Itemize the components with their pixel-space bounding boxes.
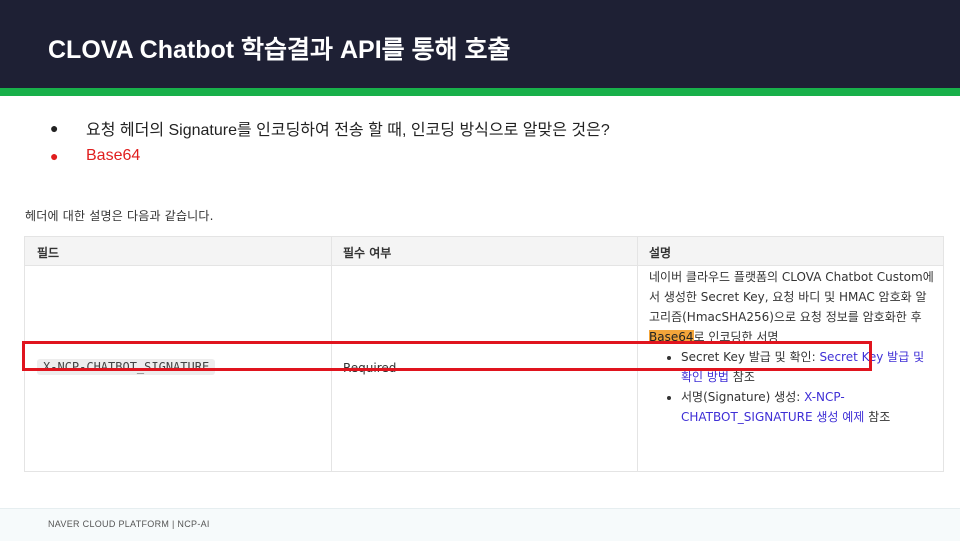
doc-caption: 헤더에 대한 설명은 다음과 같습니다.: [25, 209, 214, 223]
column-header-description: 설명: [649, 246, 672, 260]
bullet-dot-icon: ●: [50, 148, 59, 164]
accent-divider: [0, 88, 960, 96]
list-item-label: 서명(Signature) 생성:: [681, 390, 805, 404]
description-text: 네이버 클라우드 플랫폼의 CLOVA Chatbot Custom에서 생성한…: [649, 270, 934, 324]
question-bullet: ● 요청 헤더의 Signature를 인코딩하여 전송 할 때, 인코딩 방식…: [48, 114, 928, 142]
column-header-field: 필드: [37, 246, 60, 260]
slide-footer: NAVER CLOUD PLATFORM | NCP-AI: [0, 508, 960, 541]
list-item: 서명(Signature) 생성: X-NCP-CHATBOT_SIGNATUR…: [681, 387, 934, 427]
table-header-row: 필드 필수 여부 설명: [25, 237, 943, 266]
bullet-dot-icon: ●: [50, 120, 59, 136]
slide-title: CLOVA Chatbot 학습결과 API를 통해 호출: [48, 36, 511, 64]
list-item-suffix: 참조: [728, 370, 755, 384]
bullet-list: ● 요청 헤더의 Signature를 인코딩하여 전송 할 때, 인코딩 방식…: [48, 114, 928, 170]
column-header-required: 필수 여부: [343, 246, 392, 260]
list-item-suffix: 참조: [864, 410, 891, 424]
answer-text: Base64: [86, 147, 141, 164]
answer-bullet: ● Base64: [48, 142, 928, 170]
question-text: 요청 헤더의 Signature를 인코딩하여 전송 할 때, 인코딩 방식으로…: [86, 122, 610, 139]
footer-text: NAVER CLOUD PLATFORM | NCP-AI: [48, 519, 210, 529]
slide-title-bar: CLOVA Chatbot 학습결과 API를 통해 호출: [0, 0, 960, 88]
annotation-highlight-box: [22, 341, 872, 371]
